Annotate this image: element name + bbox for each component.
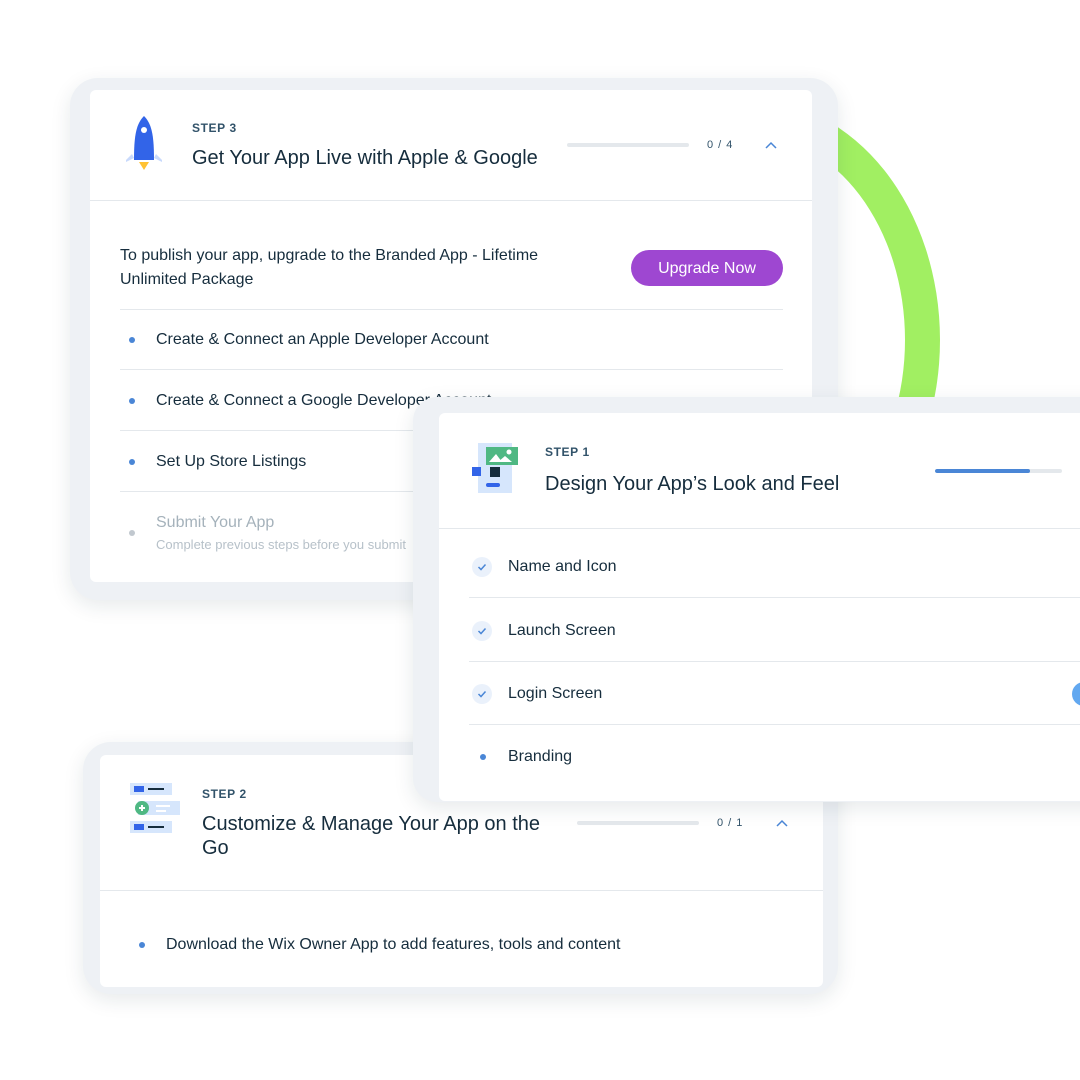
- step1-title: Design Your App’s Look and Feel: [545, 473, 840, 495]
- list-item[interactable]: Download the Wix Owner App to add featur…: [100, 915, 823, 976]
- bullet-icon: [480, 754, 486, 760]
- bullet-icon: [129, 459, 135, 465]
- list-item[interactable]: Create & Connect an Apple Developer Acco…: [90, 309, 812, 370]
- list-item[interactable]: Login Screen: [439, 662, 1080, 725]
- row-divider: [120, 309, 783, 310]
- upgrade-now-button[interactable]: Upgrade Now: [631, 250, 783, 286]
- step2-progress-count: 0 / 1: [717, 817, 744, 829]
- step1-label: STEP 1: [545, 445, 590, 459]
- step1-header-divider: [439, 528, 1080, 529]
- bullet-icon: [139, 942, 145, 948]
- step2-progress-bar: [577, 821, 699, 825]
- row-divider: [469, 597, 1080, 598]
- item-label: Create & Connect an Apple Developer Acco…: [156, 331, 489, 348]
- bullet-icon: [129, 530, 135, 536]
- step2-header-divider: [100, 890, 823, 891]
- item-action-button[interactable]: [1072, 682, 1080, 706]
- list-item[interactable]: Launch Screen: [439, 599, 1080, 662]
- publish-message: To publish your app, upgrade to the Bran…: [120, 247, 539, 288]
- list-item[interactable]: Name and Icon: [439, 536, 1080, 598]
- design-icon: [472, 443, 518, 493]
- rocket-icon: [126, 116, 162, 170]
- item-label: Submit Your App: [156, 514, 275, 531]
- check-icon: [472, 684, 492, 704]
- check-icon: [472, 557, 492, 577]
- step3-progress-bar: [567, 143, 689, 147]
- item-label: Name and Icon: [508, 558, 617, 575]
- manage-list-icon: [130, 783, 180, 833]
- step2-label: STEP 2: [202, 787, 247, 801]
- item-label: Set Up Store Listings: [156, 453, 307, 470]
- item-label: Launch Screen: [508, 622, 616, 639]
- step1-card: STEP 1 Design Your App’s Look and Feel N…: [439, 413, 1080, 801]
- bullet-icon: [129, 398, 135, 404]
- item-label: Login Screen: [508, 685, 603, 702]
- item-note: Complete previous steps before you submi…: [156, 537, 407, 552]
- item-label: Branding: [508, 748, 573, 765]
- step3-label: STEP 3: [192, 121, 237, 135]
- item-label: Download the Wix Owner App to add featur…: [166, 936, 621, 953]
- step3-header-divider: [90, 200, 812, 201]
- step3-progress-count: 0 / 4: [707, 139, 734, 151]
- bullet-icon: [129, 337, 135, 343]
- chevron-up-icon[interactable]: [775, 818, 789, 828]
- step1-progress-bar: [935, 469, 1062, 473]
- chevron-up-icon[interactable]: [764, 140, 778, 150]
- list-item[interactable]: Branding: [439, 726, 1080, 789]
- step3-title: Get Your App Live with Apple & Google: [192, 147, 538, 169]
- row-divider: [469, 724, 1080, 725]
- check-icon: [472, 621, 492, 641]
- step2-title: Customize & Manage Your App on the Go: [202, 813, 541, 859]
